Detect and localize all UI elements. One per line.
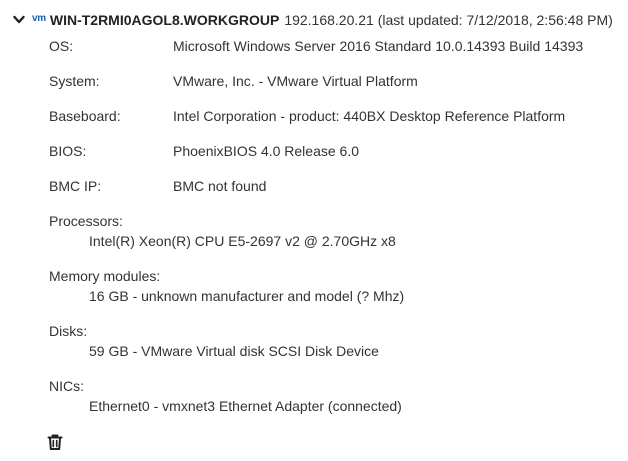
host-name: WIN-T2RMI0AGOL8.WORKGROUP [49, 12, 280, 28]
chevron-down-icon[interactable] [12, 13, 26, 27]
detail-value: VMware, Inc. - VMware Virtual Platform [173, 73, 418, 89]
detail-row-bios: BIOS: PhoenixBIOS 4.0 Release 6.0 [49, 143, 359, 159]
trash-icon[interactable] [46, 433, 64, 451]
detail-row-system: System: VMware, Inc. - VMware Virtual Pl… [49, 73, 418, 89]
section-value-disks: 59 GB - VMware Virtual disk SCSI Disk De… [89, 343, 379, 359]
detail-value: Intel Corporation - product: 440BX Deskt… [173, 108, 566, 124]
detail-row-bmc-ip: BMC IP: BMC not found [49, 178, 266, 194]
detail-label: System: [49, 73, 100, 89]
section-label-nics: NICs: [49, 378, 84, 394]
section-value-memory: 16 GB - unknown manufacturer and model (… [89, 288, 405, 304]
detail-value: Microsoft Windows Server 2016 Standard 1… [173, 38, 584, 54]
section-value-nics: Ethernet0 - vmxnet3 Ethernet Adapter (co… [89, 398, 402, 414]
detail-label: Baseboard: [49, 108, 121, 124]
detail-row-baseboard: Baseboard: Intel Corporation - product: … [49, 108, 565, 124]
detail-row-os: OS: Microsoft Windows Server 2016 Standa… [49, 38, 583, 54]
section-value-processors: Intel(R) Xeon(R) CPU E5-2697 v2 @ 2.70GH… [89, 233, 396, 249]
detail-value: BMC not found [173, 178, 267, 194]
section-label-processors: Processors: [49, 213, 123, 229]
detail-label: BIOS: [49, 143, 87, 159]
section-label-memory: Memory modules: [49, 268, 161, 284]
host-header: vm WIN-T2RMI0AGOL8.WORKGROUP 192.168.20.… [10, 10, 613, 30]
detail-label: BMC IP: [49, 178, 102, 194]
detail-value: PhoenixBIOS 4.0 Release 6.0 [173, 143, 360, 159]
vm-badge-icon: vm [32, 13, 46, 24]
detail-label: OS: [49, 38, 74, 54]
section-label-disks: Disks: [49, 323, 88, 339]
host-meta: 192.168.20.21 (last updated: 7/12/2018, … [284, 12, 613, 28]
